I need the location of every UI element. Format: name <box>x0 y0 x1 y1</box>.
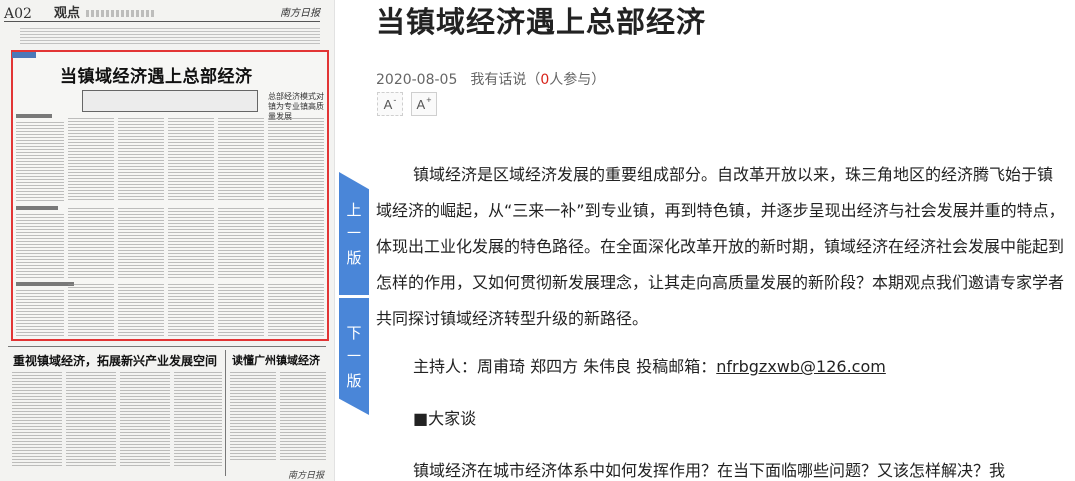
previous-page-char: 一 <box>347 225 361 242</box>
newspaper-page-thumbnail[interactable]: A02 观点 南方日报 当镇域经济遇上总部经济 总部经济模式对镇为专业镇高质量发… <box>0 0 335 481</box>
next-page-char: 版 <box>346 371 362 390</box>
text-column <box>230 372 276 462</box>
thumbnail-article-title: 当镇域经济遇上总部经济 <box>60 67 253 87</box>
comment-suffix: 人参与） <box>549 72 606 88</box>
next-page-tab[interactable]: 下 一 版 <box>339 298 369 415</box>
text-column <box>280 372 326 462</box>
article-paragraph: 镇域经济在城市经济体系中如何发挥作用？在当下面临哪些问题？又该怎样解决？我 <box>413 461 1006 480</box>
footer-masthead: 南方日报 <box>287 471 324 481</box>
article-date: 2020-08-05 <box>376 72 458 88</box>
plus-icon: + <box>426 95 432 105</box>
article-panel: 当镇域经济遇上总部经济 2020-08-05 我有话说（0人参与） A- A + 镇… <box>376 0 1075 481</box>
text-column <box>168 118 214 202</box>
text-column <box>68 208 114 278</box>
text-column <box>16 122 64 202</box>
text-column <box>118 118 164 202</box>
text-column <box>68 284 114 336</box>
font-decrease-button[interactable]: A- <box>377 92 403 116</box>
column-subheading <box>16 282 74 286</box>
text-column <box>168 208 214 278</box>
text-column <box>120 372 170 468</box>
lower-article-title-right: 读懂广州镇域经济 <box>232 354 320 367</box>
intro-text-block <box>20 28 320 46</box>
thumbnail-lead-box <box>82 90 258 112</box>
previous-page-char: 版 <box>346 248 362 267</box>
article-title: 当镇域经济遇上总部经济 <box>376 5 707 39</box>
text-column <box>268 118 324 202</box>
font-decrease-label: A <box>383 96 393 112</box>
comment-count: 0 <box>540 72 550 88</box>
article-meta: 2020-08-05 我有话说（0人参与） <box>376 69 605 89</box>
hosts-label: 主持人：周甫琦 郑四方 朱伟良 投稿邮箱： <box>413 357 717 376</box>
text-column <box>174 372 222 468</box>
text-column <box>12 372 62 468</box>
header-small-print <box>86 10 156 17</box>
text-column <box>218 208 264 278</box>
text-column <box>218 284 264 336</box>
comment-link[interactable]: 我有话说（0人参与） <box>470 72 605 88</box>
next-page-char: 一 <box>347 348 361 365</box>
text-column <box>268 208 324 278</box>
text-column <box>168 284 214 336</box>
minus-icon: - <box>393 95 397 105</box>
page-section: 观点 <box>54 6 81 21</box>
lower-article-title-left: 重视镇域经济，拓展新兴产业发展空间 <box>13 354 218 368</box>
previous-page-tab[interactable]: 上 一 版 <box>339 172 369 295</box>
text-column <box>66 372 116 468</box>
previous-page-char: 上 <box>346 200 362 219</box>
column-subheading <box>16 114 52 118</box>
newspaper-header: A02 观点 南方日报 <box>4 6 320 22</box>
text-column <box>118 208 164 278</box>
next-page-char: 下 <box>346 323 362 342</box>
font-increase-button[interactable]: A + <box>411 92 437 116</box>
email-link[interactable]: nfrbgzxwb@126.com <box>716 357 886 376</box>
font-increase-label: A <box>416 96 426 112</box>
text-column <box>16 290 64 336</box>
section-divider <box>8 346 326 347</box>
text-column <box>16 214 64 278</box>
text-column <box>68 118 114 202</box>
section-marker: ■大家谈 <box>413 409 477 428</box>
page-number: A02 <box>4 6 32 22</box>
column-divider <box>225 350 226 476</box>
text-column <box>118 284 164 336</box>
masthead-logo: 南方日报 <box>280 8 320 19</box>
comment-prefix: 我有话说（ <box>470 72 541 88</box>
article-hosts-line: 主持人：周甫琦 郑四方 朱伟良 投稿邮箱：nfrbgzxwb@126.com <box>413 349 1073 385</box>
article-paragraph-intro: 镇域经济是区域经济发展的重要组成部分。自改革开放以来，珠三角地区的经济腾飞始于镇… <box>376 165 1065 328</box>
text-column <box>268 284 324 336</box>
column-subheading <box>16 206 58 210</box>
article-tag <box>12 52 36 58</box>
text-column <box>218 118 264 202</box>
